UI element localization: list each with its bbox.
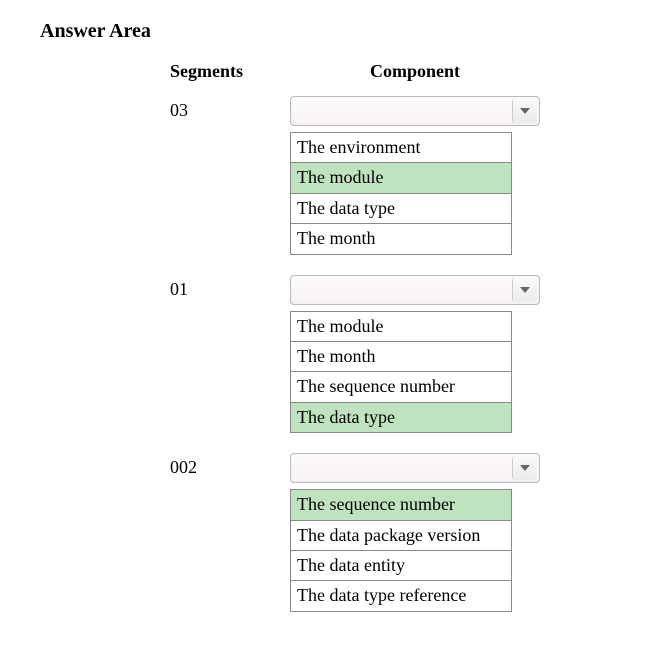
segments-header: Segments [170,61,290,82]
component-dropdown[interactable] [290,275,540,305]
option-item[interactable]: The data entity [291,551,511,581]
component-dropdown[interactable] [290,96,540,126]
option-list: The sequence number The data package ver… [290,489,512,612]
option-item[interactable]: The data type reference [291,581,511,610]
option-item[interactable]: The data package version [291,521,511,551]
component-area: The environment The module The data type… [290,96,540,255]
row-block: 01 The module The month The sequence num… [170,275,611,434]
chevron-down-icon [512,456,537,480]
option-item[interactable]: The data type [291,403,511,432]
header-row: Segments Component [170,61,611,82]
chevron-down-icon [512,278,537,302]
component-area: The module The month The sequence number… [290,275,540,434]
chevron-down-icon [512,99,537,123]
option-item[interactable]: The data type [291,194,511,224]
option-item[interactable]: The sequence number [291,490,511,520]
component-area: The sequence number The data package ver… [290,453,540,612]
segment-label: 002 [170,453,290,612]
segment-label: 01 [170,275,290,434]
option-item[interactable]: The environment [291,133,511,163]
answer-grid: Segments Component 03 The environment Th… [170,61,611,632]
page-title: Answer Area [40,20,611,43]
component-header: Component [290,61,540,82]
option-item[interactable]: The sequence number [291,372,511,402]
option-item[interactable]: The month [291,224,511,253]
option-item[interactable]: The module [291,312,511,342]
option-list: The module The month The sequence number… [290,311,512,434]
option-item[interactable]: The month [291,342,511,372]
row-block: 002 The sequence number The data package… [170,453,611,612]
segment-label: 03 [170,96,290,255]
row-block: 03 The environment The module The data t… [170,96,611,255]
option-item[interactable]: The module [291,163,511,193]
option-list: The environment The module The data type… [290,132,512,255]
component-dropdown[interactable] [290,453,540,483]
